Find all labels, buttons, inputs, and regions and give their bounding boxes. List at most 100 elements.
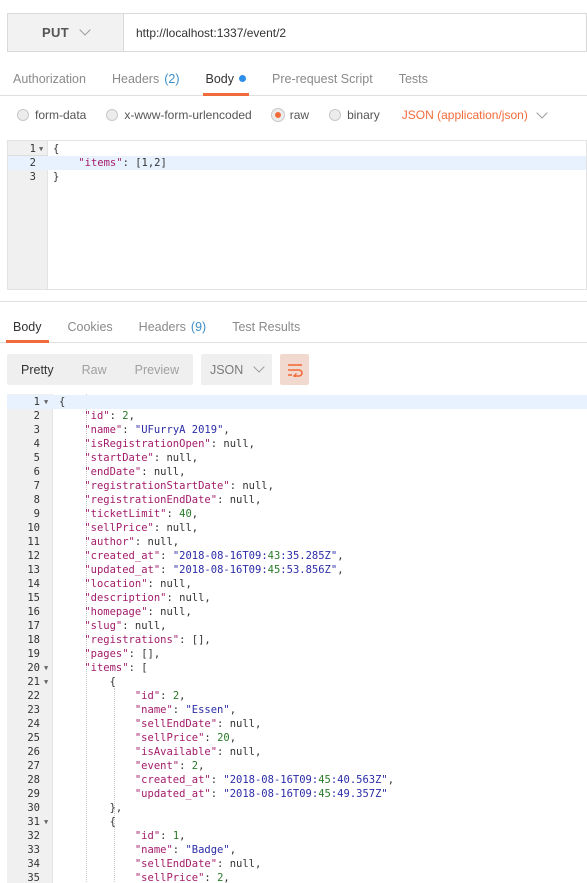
code-line: 34 "sellEndDate": null,: [7, 857, 587, 871]
tab-label: Tests: [398, 71, 428, 86]
radio-button[interactable]: [106, 109, 119, 121]
code-text: "registrationStartDate": null,: [84, 480, 274, 492]
response-tab-cookies[interactable]: Cookies: [55, 311, 126, 342]
view-pretty-button[interactable]: Pretty: [7, 354, 68, 385]
code-line: 2 "items": [1,2]: [8, 156, 586, 170]
code-text: "pages": [],: [84, 648, 161, 660]
format-label: JSON: [209, 362, 244, 377]
code-text: "startDate": null,: [84, 452, 199, 464]
code-text: "sellPrice": 2,: [134, 872, 230, 883]
line-number: 23: [27, 704, 40, 716]
code-text: "name": "Essen",: [134, 704, 237, 716]
code-text: {: [53, 143, 60, 155]
code-line: 3 "name": "UFurryA 2019",: [7, 423, 587, 437]
radio-button[interactable]: [17, 109, 29, 121]
tab-label: Pre-request Script: [272, 71, 373, 86]
code-line: 21 ▼ {: [7, 675, 587, 689]
request-tab-authorization[interactable]: Authorization: [0, 62, 99, 95]
code-line: 29 "updated_at": "2018-08-16T09:45:49.35…: [7, 787, 587, 801]
code-text: "ticketLimit": 40,: [84, 508, 199, 520]
code-text: "updated_at": "2018-08-16T09:45:49.357Z": [134, 788, 388, 800]
code-line: 15 "description": null,: [7, 591, 587, 605]
fold-arrow-icon[interactable]: ▼: [44, 815, 48, 829]
radio-button[interactable]: [271, 109, 284, 121]
format-select[interactable]: JSON: [201, 354, 273, 385]
code-line: 31 ▼ {: [7, 815, 587, 829]
fold-arrow-icon[interactable]: ▼: [44, 395, 48, 409]
radio-button[interactable]: [329, 109, 342, 121]
code-text: "author": null,: [84, 536, 180, 548]
wrap-lines-button[interactable]: [280, 354, 310, 385]
body-type-binary[interactable]: binary: [329, 108, 380, 122]
code-text: "created_at": "2018-08-16T09:45:40.563Z"…: [134, 774, 395, 786]
line-number: 28: [27, 774, 40, 786]
chevron-down-icon: [536, 106, 548, 119]
fold-arrow-icon[interactable]: ▼: [39, 142, 43, 156]
line-number: 6: [33, 466, 40, 478]
code-line: 11 "author": null,: [7, 535, 587, 549]
code-line: 19 "pages": [],: [7, 647, 587, 661]
line-number: 2: [29, 157, 36, 169]
method-select[interactable]: PUT: [8, 14, 124, 51]
content-type-select[interactable]: JSON (application/json): [401, 106, 548, 122]
method-label: PUT: [42, 25, 69, 40]
line-number: 3: [29, 171, 36, 183]
response-tab-test-results[interactable]: Test Results: [219, 311, 313, 342]
request-tab-body[interactable]: Body: [193, 62, 260, 96]
fold-arrow-icon[interactable]: ▼: [44, 675, 48, 689]
tab-label: Authorization: [13, 71, 86, 86]
response-tabs: Body Cookies Headers (9) Test Results: [0, 311, 587, 343]
code-line: 20 ▼ "items": [: [7, 661, 587, 675]
body-type-form-data[interactable]: form-data: [17, 108, 86, 122]
line-number: 1: [33, 396, 40, 408]
tab-label: Body: [13, 319, 42, 334]
tab-count-badge: (2): [164, 71, 180, 86]
line-number: 32: [27, 830, 40, 842]
line-number: 22: [27, 690, 40, 702]
code-line: 5 "startDate": null,: [7, 451, 587, 465]
code-line: 3}: [8, 170, 586, 184]
url-input[interactable]: http://localhost:1337/event/2: [124, 14, 586, 51]
content-type-label: JSON (application/json): [401, 108, 528, 122]
response-tab-body[interactable]: Body: [0, 311, 55, 343]
code-text: "name": "Badge",: [134, 844, 237, 856]
line-number: 20: [27, 662, 40, 674]
code-text: "items": [: [84, 662, 148, 674]
code-line: 16 "homepage": null,: [7, 605, 587, 619]
line-number: 11: [27, 536, 40, 548]
line-number: 30: [27, 802, 40, 814]
code-line: 24 "sellEndDate": null,: [7, 717, 587, 731]
line-number: 31: [27, 816, 40, 828]
view-preview-button[interactable]: Preview: [121, 354, 193, 385]
code-line: 17 "slug": null,: [7, 619, 587, 633]
line-number: 34: [27, 858, 40, 870]
code-text: "slug": null,: [84, 620, 167, 632]
request-tab-pre-request-script[interactable]: Pre-request Script: [259, 62, 386, 95]
response-body-viewer[interactable]: 1 ▼{2 "id": 2, 3 "name": "UFurryA 2019", 4 …: [7, 394, 587, 883]
code-line: 14 "location": null,: [7, 577, 587, 591]
request-tab-headers[interactable]: Headers (2): [99, 62, 193, 95]
request-body-editor[interactable]: 1 ▼{2 "items": [1,2] 3}: [7, 140, 587, 290]
code-line: 13 "updated_at": "2018-08-16T09:45:53.85…: [7, 563, 587, 577]
radio-label: form-data: [35, 108, 87, 122]
line-number: 16: [27, 606, 40, 618]
request-tabs: Authorization Headers (2) Body Pre-request S…: [0, 62, 587, 96]
code-line: 8 "registrationEndDate": null,: [7, 493, 587, 507]
panel-divider: [0, 301, 587, 302]
response-view-toggle: Pretty Raw Preview: [7, 354, 194, 385]
line-number: 15: [27, 592, 40, 604]
code-text: "sellPrice": null,: [84, 522, 199, 534]
body-type-x-www-form-urlencoded[interactable]: x-www-form-urlencoded: [106, 108, 252, 122]
code-line: 12 "created_at": "2018-08-16T09:43:35.28…: [7, 549, 587, 563]
view-raw-button[interactable]: Raw: [68, 354, 121, 385]
line-number: 17: [27, 620, 40, 632]
code-line: 2 "id": 2,: [7, 409, 587, 423]
response-tab-headers[interactable]: Headers (9): [126, 311, 220, 342]
request-tab-tests[interactable]: Tests: [386, 62, 441, 95]
body-type-raw[interactable]: raw: [271, 108, 309, 122]
code-text: "updated_at": "2018-08-16T09:45:53.856Z"…: [84, 564, 344, 576]
fold-arrow-icon[interactable]: ▼: [44, 661, 48, 675]
line-number: 12: [27, 550, 40, 562]
response-toolbar: Pretty Raw Preview JSON: [7, 354, 310, 385]
code-line: 10 "sellPrice": null,: [7, 521, 587, 535]
